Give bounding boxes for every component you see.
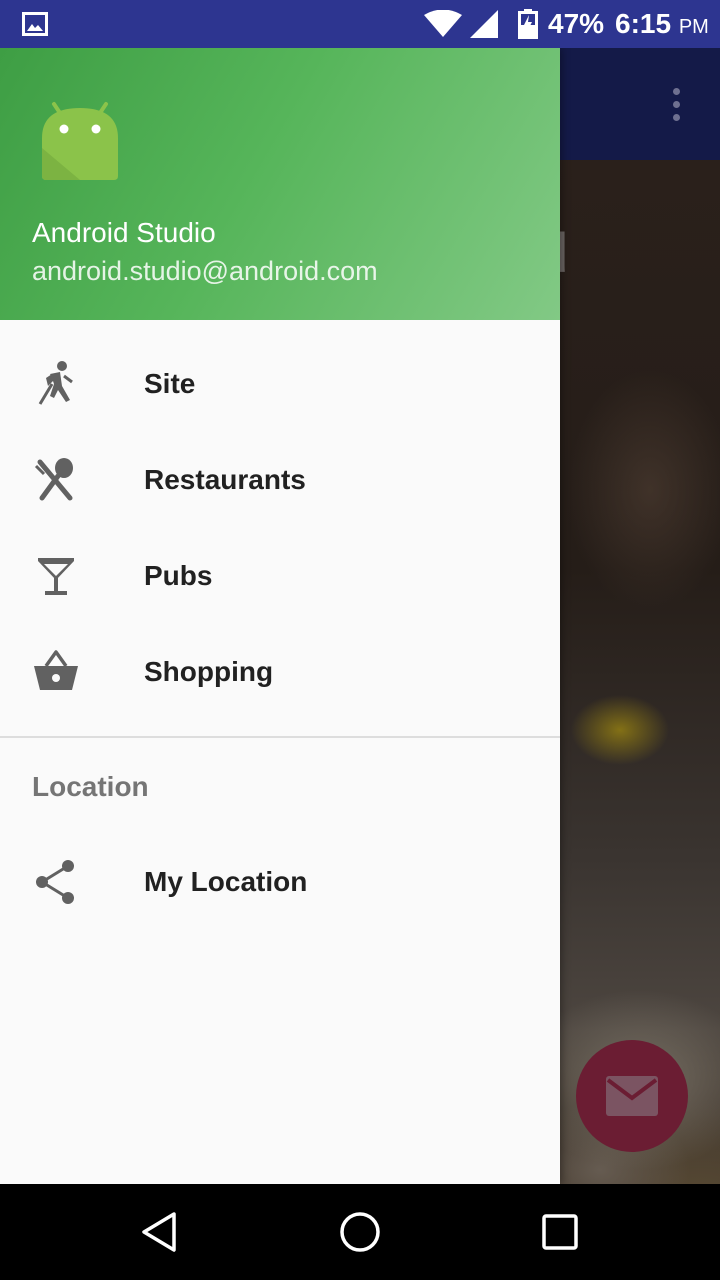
battery-icon [518,9,538,39]
menu-item-site[interactable]: Site [0,336,560,432]
basket-icon [34,650,78,690]
menu-item-restaurants[interactable]: Restaurants [0,432,560,528]
restaurant-icon [34,458,73,501]
navigation-drawer: Android Studio android.studio@android.co… [0,48,560,1184]
wifi-icon [424,10,462,37]
system-nav-bar [0,1184,720,1280]
status-bar: 47% 6:15 PM [0,0,720,48]
android-icon [42,102,118,180]
menu-item-label: Pubs [144,560,213,591]
share-icon [36,860,74,904]
back-icon[interactable] [136,1208,184,1256]
hiking-icon [38,361,73,405]
user-email: android.studio@android.com [32,256,378,286]
drawer-header: Android Studio android.studio@android.co… [0,48,560,320]
recents-icon[interactable] [536,1208,584,1256]
screen: 47% 6:15 PM nd [0,0,720,1280]
clock-time: 6:15 [615,8,672,39]
menu-item-pubs[interactable]: Pubs [0,528,560,624]
menu-item-label: My Location [144,866,308,897]
menu-item-label: Shopping [144,656,274,687]
clock: 6:15 PM [615,8,709,43]
user-name: Android Studio [32,217,216,248]
menu-item-label: Site [144,368,196,399]
divider [0,736,560,738]
email-icon [606,1076,658,1116]
email-fab-button[interactable] [576,1040,688,1152]
section-header-location: Location [32,771,149,802]
cocktail-icon [38,558,74,595]
signal-icon [470,10,498,38]
menu-item-label: Restaurants [144,464,306,495]
clock-ampm: PM [678,16,709,38]
battery-percentage: 47% [548,8,605,39]
menu-item-shopping[interactable]: Shopping [0,624,560,720]
home-icon[interactable] [336,1208,384,1256]
more-vert-icon[interactable] [656,80,696,128]
menu-item-my-location[interactable]: My Location [0,834,560,930]
gallery-icon [22,12,48,36]
